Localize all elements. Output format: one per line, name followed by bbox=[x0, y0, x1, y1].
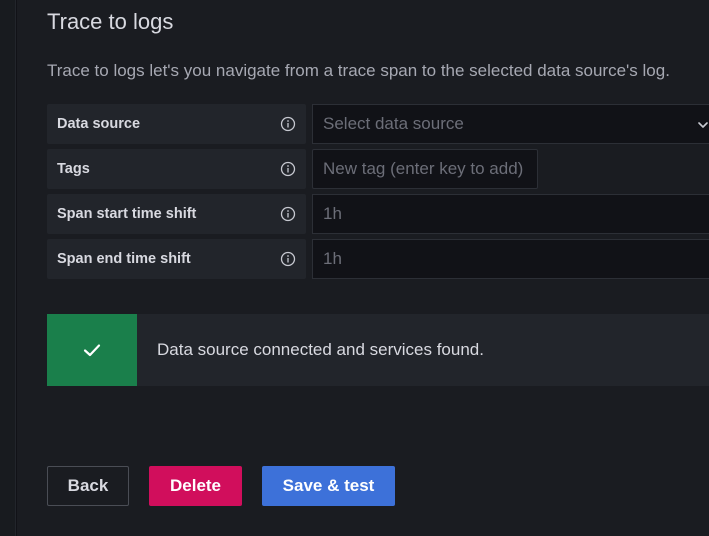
span-end-time-shift-placeholder: 1h bbox=[323, 249, 342, 268]
success-alert: Data source connected and services found… bbox=[47, 314, 709, 386]
delete-button[interactable]: Delete bbox=[149, 466, 242, 506]
alert-message: Data source connected and services found… bbox=[157, 340, 484, 359]
info-icon[interactable] bbox=[280, 251, 296, 267]
data-source-select[interactable]: Select data source bbox=[312, 104, 709, 144]
back-button[interactable]: Back bbox=[47, 466, 129, 506]
data-source-select-placeholder: Select data source bbox=[323, 114, 464, 133]
field-row-tags: Tags New tag (enter key to add) bbox=[47, 149, 709, 189]
chevron-down-icon bbox=[698, 122, 708, 128]
section-title: Trace to logs bbox=[47, 9, 174, 34]
settings-page: Trace to logs Trace to logs let's you na… bbox=[17, 0, 709, 536]
tags-input[interactable]: New tag (enter key to add) bbox=[312, 149, 538, 189]
field-row-span-end-time-shift: Span end time shift 1h bbox=[47, 239, 709, 279]
field-label-data-source: Data source bbox=[47, 104, 306, 144]
span-start-time-shift-input[interactable]: 1h bbox=[312, 194, 709, 234]
field-label-span-end-time-shift: Span end time shift bbox=[47, 239, 306, 279]
info-icon[interactable] bbox=[280, 206, 296, 222]
field-label-tags: Tags bbox=[47, 149, 306, 189]
info-icon[interactable] bbox=[280, 161, 296, 177]
alert-icon-box bbox=[47, 314, 137, 386]
field-label-span-start-time-shift: Span start time shift bbox=[47, 194, 306, 234]
checkmark-icon bbox=[83, 344, 101, 357]
field-row-span-start-time-shift: Span start time shift 1h bbox=[47, 194, 709, 234]
span-end-time-shift-input[interactable]: 1h bbox=[312, 239, 709, 279]
field-label-text: Data source bbox=[57, 116, 141, 132]
tags-input-placeholder: New tag (enter key to add) bbox=[323, 159, 524, 178]
field-row-data-source: Data source Select data source bbox=[47, 104, 709, 144]
field-label-text: Tags bbox=[57, 161, 90, 177]
field-label-text: Span end time shift bbox=[57, 251, 191, 267]
section-description: Trace to logs let's you navigate from a … bbox=[47, 61, 670, 80]
span-start-time-shift-placeholder: 1h bbox=[323, 204, 342, 223]
info-icon[interactable] bbox=[280, 116, 296, 132]
field-label-text: Span start time shift bbox=[57, 206, 197, 222]
save-and-test-button[interactable]: Save & test bbox=[262, 466, 395, 506]
left-sidebar-edge bbox=[0, 0, 16, 536]
